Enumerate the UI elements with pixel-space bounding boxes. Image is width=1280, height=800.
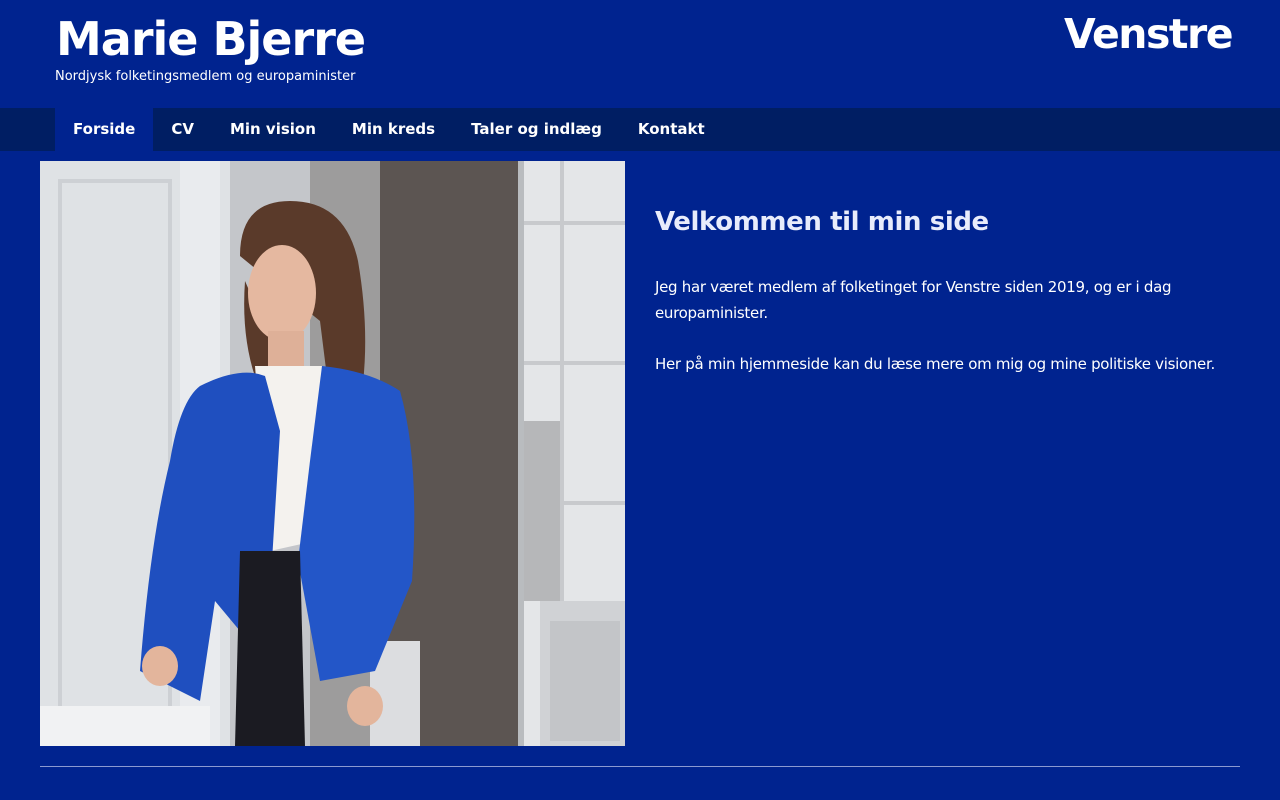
welcome-section: Velkommen til min side Jeg har været med… bbox=[655, 200, 1240, 402]
nav-item-cv[interactable]: CV bbox=[153, 108, 212, 151]
nav-item-min-kreds[interactable]: Min kreds bbox=[334, 108, 453, 151]
page-heading: Velkommen til min side bbox=[655, 207, 989, 237]
site-header: Marie Bjerre Nordjysk folketingsmedlem o… bbox=[0, 0, 1280, 108]
nav-item-kontakt[interactable]: Kontakt bbox=[620, 108, 723, 151]
nav-item-min-vision[interactable]: Min vision bbox=[212, 108, 334, 151]
portrait-photo bbox=[40, 161, 625, 746]
intro-paragraph-2: Her på min hjemmeside kan du læse mere o… bbox=[655, 355, 1215, 373]
main-nav: Forside CV Min vision Min kreds Taler og… bbox=[0, 108, 1280, 151]
site-title[interactable]: Marie Bjerre bbox=[56, 12, 366, 66]
footer-divider bbox=[40, 766, 1240, 767]
intro-paragraph: Jeg har været medlem af folketinget for … bbox=[655, 278, 1172, 322]
venstre-logo[interactable]: Venstre bbox=[1064, 10, 1234, 58]
nav-item-taler-og-indlaeg[interactable]: Taler og indlæg bbox=[453, 108, 620, 151]
nav-item-forside[interactable]: Forside bbox=[55, 108, 154, 151]
site-subtitle: Nordjysk folketingsmedlem og europaminis… bbox=[55, 69, 356, 84]
